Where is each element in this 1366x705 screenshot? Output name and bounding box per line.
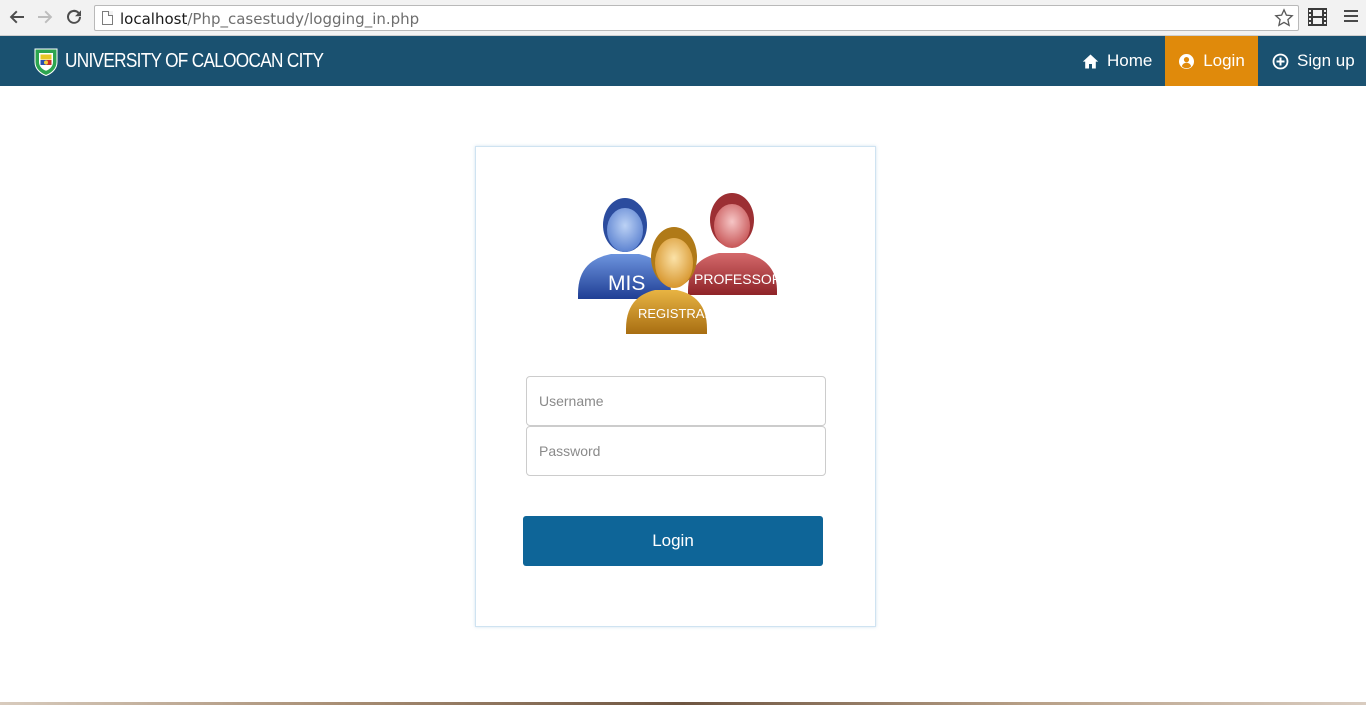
url-path: /Php_casestudy/logging_in.php	[187, 10, 420, 28]
forward-button[interactable]	[34, 6, 56, 28]
home-icon	[1082, 54, 1099, 68]
address-bar[interactable]: localhost/Php_casestudy/logging_in.php	[94, 5, 1299, 31]
nav-signup[interactable]: Sign up	[1272, 36, 1355, 86]
username-input[interactable]	[526, 376, 826, 426]
university-seal-icon	[34, 48, 58, 77]
role-professor: PROFESSOR	[694, 271, 782, 287]
reload-icon	[67, 9, 81, 24]
role-registrar: REGISTRAR	[638, 306, 714, 321]
login-card: MIS PROFESSOR REGISTRAR Login	[475, 146, 876, 627]
nav-home[interactable]: Home	[1082, 36, 1152, 86]
plus-circle-icon	[1272, 53, 1289, 69]
menu-icon[interactable]	[1344, 10, 1358, 24]
url-text[interactable]: localhost/Php_casestudy/logging_in.php	[120, 10, 419, 28]
nav-signup-label: Sign up	[1297, 51, 1355, 70]
user-circle-icon	[1179, 53, 1195, 69]
password-input[interactable]	[526, 426, 826, 476]
nav-login-label: Login	[1203, 51, 1245, 70]
role-mis: MIS	[608, 272, 645, 295]
star-icon[interactable]	[1274, 8, 1294, 28]
brand-title: UNIVERSITY OF CALOOCAN CITY	[65, 49, 324, 72]
film-extension-icon[interactable]	[1308, 8, 1327, 26]
page-icon	[102, 11, 113, 25]
nav-home-label: Home	[1107, 51, 1153, 70]
nav-login[interactable]: Login	[1165, 36, 1258, 86]
brand-link[interactable]: UNIVERSITY OF CALOOCAN CITY	[32, 45, 365, 77]
site-navbar: UNIVERSITY OF CALOOCAN CITY Home Login S…	[0, 36, 1366, 86]
user-roles-illustration: MIS PROFESSOR REGISTRAR	[578, 193, 782, 334]
login-button[interactable]: Login	[523, 516, 823, 566]
browser-toolbar: localhost/Php_casestudy/logging_in.php	[0, 0, 1366, 36]
professor-figure: PROFESSOR	[688, 193, 782, 295]
back-button[interactable]	[6, 6, 28, 28]
arrow-left-icon	[9, 10, 24, 24]
reload-button[interactable]	[63, 6, 85, 28]
url-host: localhost	[120, 10, 188, 28]
arrow-right-icon	[38, 10, 53, 24]
